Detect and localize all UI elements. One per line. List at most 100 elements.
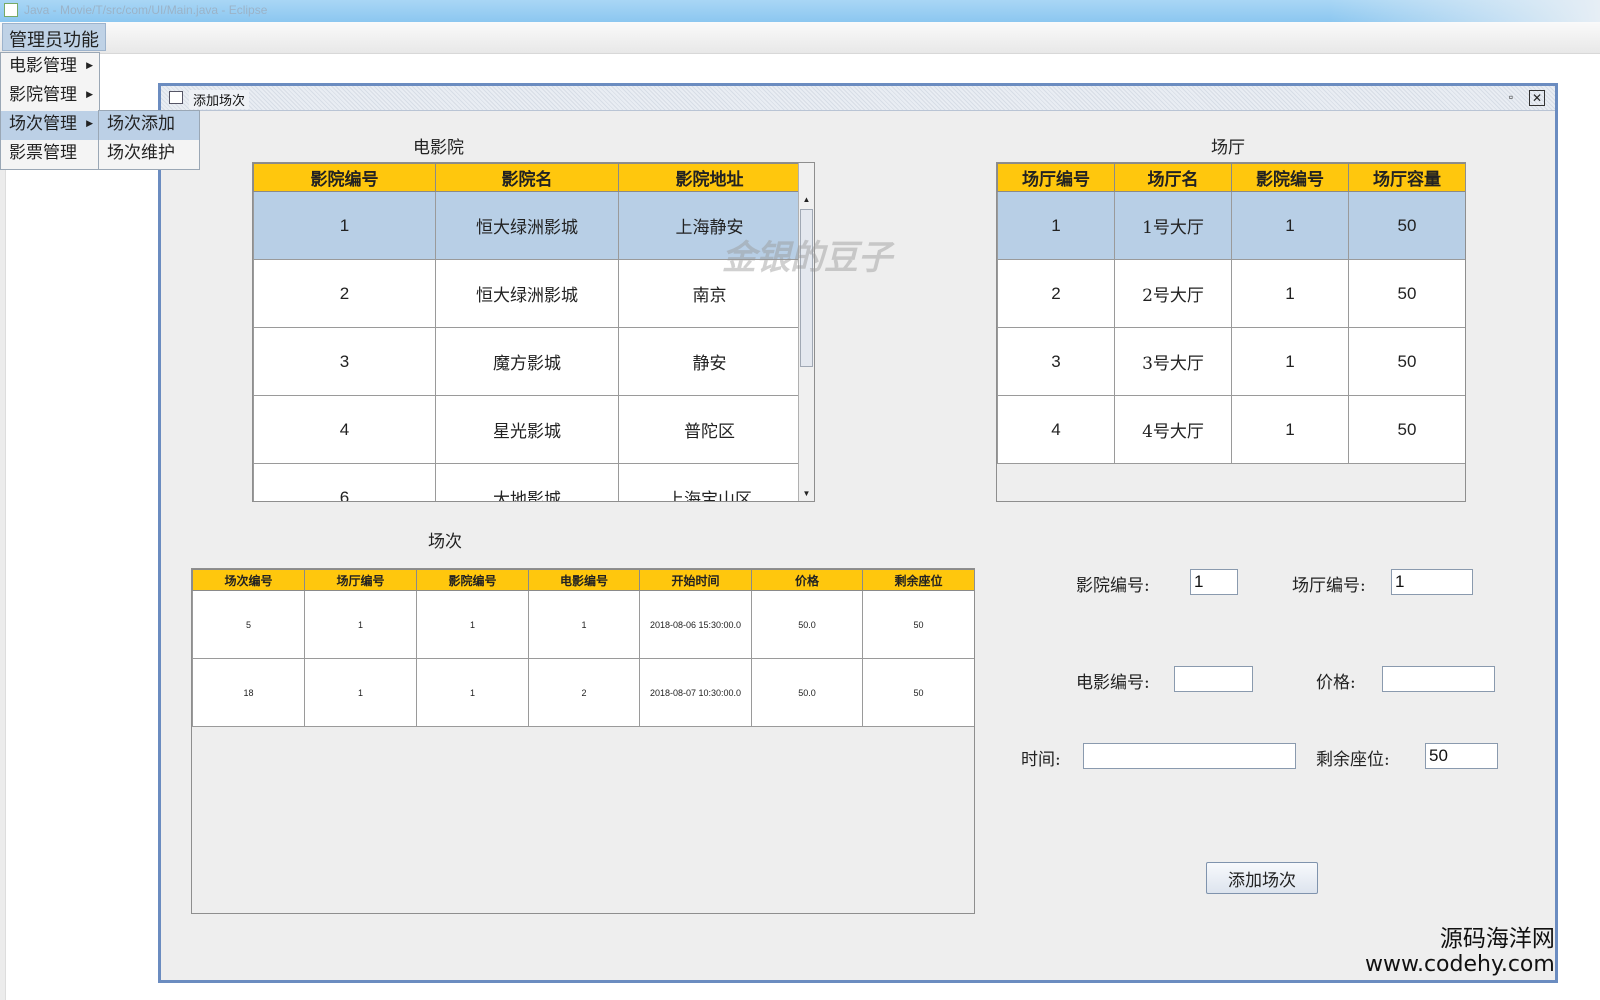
time-field[interactable]: [1083, 743, 1296, 769]
close-icon[interactable]: ✕: [1529, 90, 1545, 106]
table-cell: 2: [997, 259, 1115, 328]
column-header[interactable]: 电影编号: [528, 569, 640, 591]
table-row[interactable]: 4 4号大厅 1 50: [997, 395, 1465, 464]
column-header[interactable]: 场次编号: [192, 569, 305, 591]
column-header[interactable]: 价格: [751, 569, 863, 591]
column-header[interactable]: 影院名: [435, 163, 619, 192]
table-row[interactable]: 6 大地影城 上海宝山区: [253, 463, 801, 501]
table-cell: 2: [253, 259, 436, 328]
admin-functions-menu[interactable]: 管理员功能: [2, 23, 106, 51]
hall-table: 场厅编号 场厅名 影院编号 场厅容量 1 1号大厅 1 50 2 2号大厅 1: [996, 162, 1466, 502]
table-cell: 静安: [618, 327, 801, 396]
remaining-seats-field[interactable]: [1425, 743, 1498, 769]
table-cell: 50: [1348, 191, 1465, 260]
window-titlebar: Java - Movie/T/src/com/UI/Main.java - Ec…: [0, 0, 1600, 22]
table-cell: 2号大厅: [1114, 259, 1232, 328]
table-cell: 1: [997, 191, 1115, 260]
java-app-icon: [4, 3, 18, 17]
table-cell: 50: [862, 590, 974, 659]
restore-icon[interactable]: ▫: [1503, 90, 1519, 106]
table-cell: 1: [528, 590, 640, 659]
corner-watermark-en: www.codehy.com: [1365, 952, 1555, 977]
column-header[interactable]: 影院编号: [253, 163, 436, 192]
table-cell: 50: [1348, 259, 1465, 328]
table-cell: 1: [1231, 259, 1349, 328]
table-row[interactable]: 1 恒大绿洲影城 上海静安: [253, 191, 801, 260]
cinema-id-field[interactable]: [1190, 569, 1238, 595]
price-field[interactable]: [1382, 666, 1495, 692]
hall-id-label: 场厅编号:: [1292, 576, 1366, 596]
movie-id-field[interactable]: [1174, 666, 1253, 692]
table-cell: 50.0: [751, 590, 863, 659]
frame-titlebar[interactable]: 添加场次 ▫ ✕: [161, 86, 1555, 111]
column-header[interactable]: 剩余座位: [862, 569, 974, 591]
session-section-label: 场次: [428, 532, 462, 552]
table-cell: 1: [253, 191, 436, 260]
table-row[interactable]: 2 恒大绿洲影城 南京: [253, 259, 801, 328]
cinema-id-label: 影院编号:: [1076, 576, 1150, 596]
window-title: Java - Movie/T/src/com/UI/Main.java - Ec…: [24, 3, 268, 17]
column-header[interactable]: 场厅编号: [304, 569, 417, 591]
table-cell: 上海宝山区: [618, 463, 801, 501]
column-header[interactable]: 场厅容量: [1348, 163, 1465, 192]
corner-watermark: 源码海洋网 www.codehy.com: [1365, 926, 1555, 978]
scroll-up-arrow-icon[interactable]: ▲: [799, 193, 814, 207]
table-cell: 1: [416, 590, 529, 659]
table-row[interactable]: 18 1 1 2 2018-08-07 10:30:00.0 50.0 50: [192, 658, 974, 727]
table-cell: 50: [862, 658, 974, 727]
table-cell: 1: [304, 658, 417, 727]
table-row[interactable]: 3 3号大厅 1 50: [997, 327, 1465, 396]
table-cell: 3: [253, 327, 436, 396]
add-session-button[interactable]: 添加场次: [1206, 862, 1318, 894]
table-row[interactable]: 1 1号大厅 1 50: [997, 191, 1465, 260]
menu-item-cinema-management[interactable]: 影院管理 ▶: [1, 82, 99, 111]
table-cell: 3: [997, 327, 1115, 396]
table-cell: 18: [192, 658, 305, 727]
table-cell: 3号大厅: [1114, 327, 1232, 396]
table-cell: 恒大绿洲影城: [435, 259, 619, 328]
table-row[interactable]: 3 魔方影城 静安: [253, 327, 801, 396]
table-cell: 50: [1348, 327, 1465, 396]
center-watermark: 金银的豆子: [722, 238, 892, 278]
column-header[interactable]: 场厅编号: [997, 163, 1115, 192]
table-row[interactable]: 5 1 1 1 2018-08-06 15:30:00.0 50.0 50: [192, 590, 974, 659]
column-header[interactable]: 影院地址: [618, 163, 801, 192]
table-cell: 大地影城: [435, 463, 619, 501]
submenu-item-add-session[interactable]: 场次添加: [99, 111, 199, 140]
table-cell: 6: [253, 463, 436, 501]
menu-item-movie-management[interactable]: 电影管理 ▶: [1, 53, 99, 82]
scroll-down-arrow-icon[interactable]: ▼: [799, 487, 814, 501]
menu-item-ticket-management[interactable]: 影票管理: [1, 140, 99, 169]
submenu-arrow-icon: ▶: [86, 119, 93, 129]
frame-title: 添加场次: [189, 90, 250, 109]
table-cell: 2018-08-06 15:30:00.0: [639, 590, 752, 659]
submenu-item-maintain-session[interactable]: 场次维护: [99, 140, 199, 169]
time-label: 时间:: [1021, 750, 1061, 770]
window-icon: [169, 91, 183, 104]
column-header[interactable]: 影院编号: [1231, 163, 1349, 192]
menubar: 管理员功能: [0, 22, 1600, 54]
table-cell: 50: [1348, 395, 1465, 464]
table-row[interactable]: 4 星光影城 普陀区: [253, 395, 801, 464]
table-cell: 普陀区: [618, 395, 801, 464]
price-label: 价格:: [1316, 673, 1356, 693]
table-cell: 星光影城: [435, 395, 619, 464]
cinema-section-label: 电影院: [413, 138, 464, 158]
column-header[interactable]: 开始时间: [639, 569, 752, 591]
column-header[interactable]: 场厅名: [1114, 163, 1232, 192]
table-cell: 1: [1231, 327, 1349, 396]
admin-dropdown-menu: 电影管理 ▶ 影院管理 ▶ 场次管理 ▶ 影票管理: [0, 52, 100, 170]
menu-item-session-management[interactable]: 场次管理 ▶: [1, 111, 99, 140]
menu-item-label: 影票管理: [9, 143, 77, 163]
menu-item-label: 场次管理: [9, 114, 77, 134]
session-table: 场次编号 场厅编号 影院编号 电影编号 开始时间 价格 剩余座位 5 1 1 1…: [191, 568, 975, 914]
table-cell: 1: [1231, 191, 1349, 260]
table-cell: 2018-08-07 10:30:00.0: [639, 658, 752, 727]
cinema-table-scrollbar[interactable]: ▲ ▼: [798, 163, 814, 501]
table-cell: 5: [192, 590, 305, 659]
hall-id-field[interactable]: [1391, 569, 1473, 595]
table-row[interactable]: 2 2号大厅 1 50: [997, 259, 1465, 328]
menu-item-label: 影院管理: [9, 85, 77, 105]
column-header[interactable]: 影院编号: [416, 569, 529, 591]
submenu-arrow-icon: ▶: [86, 90, 93, 100]
